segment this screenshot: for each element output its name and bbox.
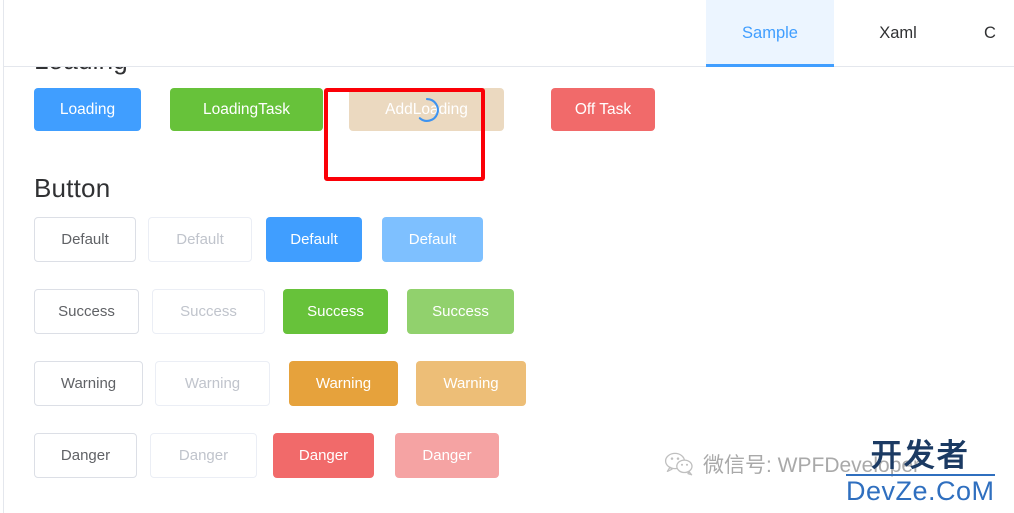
default-plain-button[interactable]: Default — [34, 217, 136, 262]
default-solid-label: Default — [290, 231, 338, 248]
warning-plain-button[interactable]: Warning — [34, 361, 143, 406]
wechat-icon — [664, 452, 694, 476]
success-light-button[interactable]: Success — [407, 289, 514, 334]
success-plain-label: Success — [58, 303, 115, 320]
warning-solid-label: Warning — [315, 375, 372, 392]
success-solid-button[interactable]: Success — [283, 289, 388, 334]
danger-solid-label: Danger — [298, 447, 349, 464]
danger-ghost-button[interactable]: Danger — [150, 433, 257, 478]
danger-plain-button[interactable]: Danger — [34, 433, 137, 478]
loading-spinner-icon — [413, 96, 440, 123]
tab-csharp[interactable]: C — [962, 0, 1014, 66]
warning-plain-label: Warning — [60, 375, 117, 392]
button-row-warning: Warning Warning Warning Warning — [34, 361, 526, 406]
success-light-label: Success — [432, 303, 489, 320]
off-task-button[interactable]: Off Task — [551, 88, 655, 131]
devze-watermark: 开发者 DevZe.CoM — [846, 438, 995, 506]
default-ghost-button[interactable]: Default — [148, 217, 252, 262]
danger-light-label: Danger — [422, 447, 472, 464]
add-loading-button[interactable]: AddLoading — [349, 88, 504, 131]
success-ghost-button[interactable]: Success — [152, 289, 265, 334]
loading-button-label: Loading — [59, 100, 116, 118]
default-light-label: Default — [408, 231, 457, 248]
tab-sample-label: Sample — [742, 23, 798, 42]
loading-button-row: Loading LoadingTask AddLoading Off Task — [34, 88, 655, 181]
loading-button[interactable]: Loading — [34, 88, 141, 131]
success-plain-button[interactable]: Success — [34, 289, 139, 334]
success-solid-label: Success — [307, 303, 364, 320]
warning-solid-button[interactable]: Warning — [289, 361, 398, 406]
tab-sample[interactable]: Sample — [706, 0, 834, 67]
loading-task-button-label: LoadingTask — [202, 100, 291, 118]
button-row-danger: Danger Danger Danger Danger — [34, 433, 499, 478]
app-window: Sample Xaml C Loading Loading LoadingTas… — [0, 0, 1014, 513]
loading-task-button[interactable]: LoadingTask — [170, 88, 323, 131]
default-ghost-label: Default — [176, 231, 224, 248]
tab-strip: Sample Xaml C — [4, 0, 1014, 67]
tab-xaml-label: Xaml — [879, 23, 917, 42]
default-light-button[interactable]: Default — [382, 217, 483, 262]
default-solid-button[interactable]: Default — [266, 217, 362, 262]
success-ghost-label: Success — [180, 303, 237, 320]
off-task-button-label: Off Task — [574, 100, 632, 118]
danger-solid-button[interactable]: Danger — [273, 433, 374, 478]
default-plain-label: Default — [61, 231, 109, 248]
devze-watermark-cn: 开发者 — [870, 438, 970, 473]
warning-ghost-button[interactable]: Warning — [155, 361, 270, 406]
danger-light-button[interactable]: Danger — [395, 433, 499, 478]
button-row-success: Success Success Success Success — [34, 289, 514, 334]
button-section-title: Button — [34, 173, 111, 203]
tab-csharp-label: C — [984, 23, 996, 42]
loading-section-title: Loading — [34, 67, 128, 76]
devze-watermark-en: DevZe.CoM — [846, 475, 995, 506]
warning-light-button[interactable]: Warning — [416, 361, 526, 406]
warning-light-label: Warning — [443, 375, 499, 392]
danger-ghost-label: Danger — [178, 447, 229, 464]
warning-ghost-label: Warning — [184, 375, 241, 392]
danger-plain-label: Danger — [60, 447, 111, 464]
tab-xaml[interactable]: Xaml — [834, 0, 962, 66]
button-row-default: Default Default Default Default — [34, 217, 483, 262]
